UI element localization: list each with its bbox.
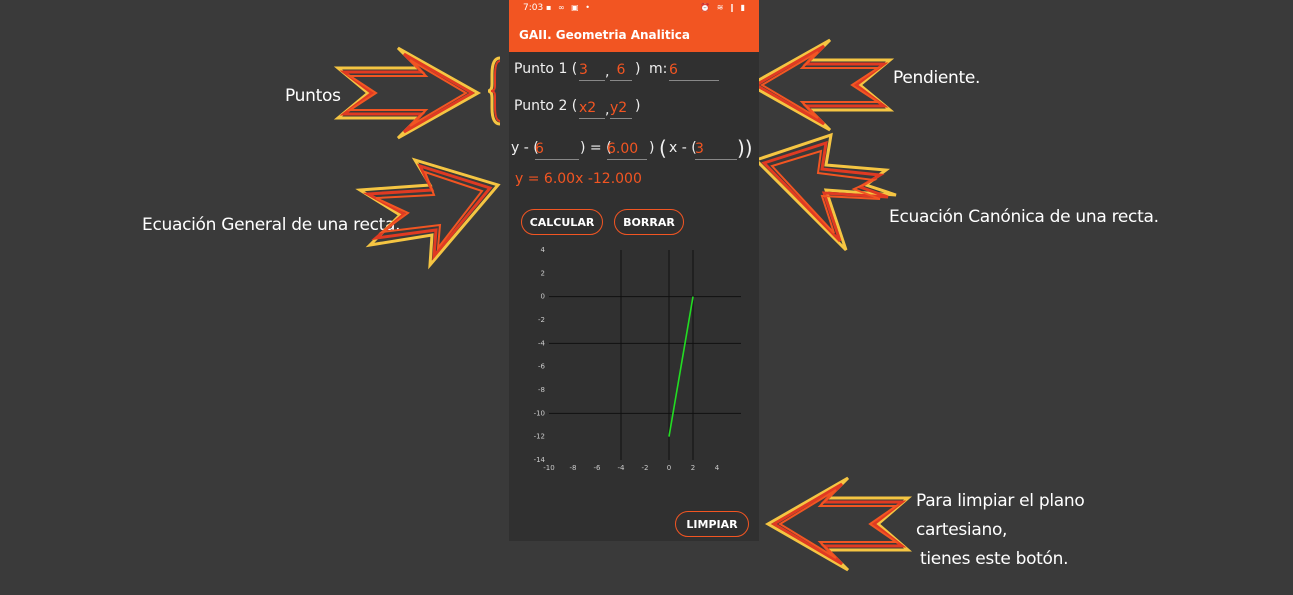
x-tick-label: -10 [543,464,554,472]
x-tick-label: -2 [642,464,649,472]
y-tick-label: -2 [538,316,545,324]
annotation-puntos: Puntos [285,86,341,106]
x-tick-label: 2 [691,464,695,472]
x-tick-label: -8 [570,464,577,472]
annotation-limpiar: Para limpiar el plano cartesiano, tienes… [916,487,1176,574]
y-tick-label: -12 [534,433,545,441]
point1-label: Punto 1 ( [514,61,578,77]
arrow-left-canonica-icon [753,132,897,252]
canonical-open2: ( [659,136,667,160]
series-line [668,296,694,437]
status-time: 7:03 [523,3,544,13]
canonical-x1-input[interactable]: 3 [695,139,737,160]
annotation-canonica: Ecuación Canónica de una recta. [889,207,1159,227]
canonical-m-input[interactable]: 6.00 [607,139,647,160]
canonical-close1: ) [649,140,655,156]
cartesian-plane[interactable]: 420-2-4-6-8-10-12-14-10 -8 -6 -4 -2 0 2 4 [509,242,759,477]
annotation-limpiar-line1: Para limpiar el plano cartesiano, [916,491,1085,540]
y-tick-label: 4 [541,246,546,254]
y-tick-label: 0 [541,293,545,301]
point2-close: ) [635,98,641,114]
canonical-close2: )) [737,136,753,160]
point1-x-input[interactable]: 3 [579,60,605,81]
limpiar-button[interactable]: LIMPIAR [675,511,749,537]
point2-label: Punto 2 ( [514,98,578,114]
x-tick-label: -4 [618,464,626,472]
y-tick-label: -10 [534,409,545,417]
general-equation-result: y = 6.00x -12.000 [515,171,642,187]
point2-y-input[interactable]: y2 [610,98,632,119]
x-tick-label: 4 [715,464,720,472]
y-tick-label: 2 [541,269,545,277]
canonical-y1-input[interactable]: 6 [535,139,579,160]
arrow-left-limpiar-icon [764,476,913,572]
point1-comma: , [605,64,610,80]
y-tick-label: -4 [538,339,546,347]
calcular-button[interactable]: CALCULAR [521,209,603,235]
system-icons: ⏰ ≋ ‖ ▮ [700,3,747,12]
annotation-limpiar-line2: tienes este botón. [920,549,1069,569]
arrow-right-puntos-icon [333,46,482,140]
x-tick-label: -6 [594,464,602,472]
y-tick-label: -14 [534,456,546,464]
point1-y-input[interactable]: 6 [610,60,632,81]
brace-icon [487,56,501,126]
arrow-right-general-icon [355,157,501,270]
annotation-pendiente: Pendiente. [893,68,981,88]
slope-label: m: [649,61,668,77]
app-bar: GAII. Geometria Analitica [509,18,759,52]
slope-input[interactable]: 6 [669,60,719,81]
notification-icons: ▪ ∞ ▣ • [546,3,592,12]
y-tick-label: -8 [538,386,545,394]
arrow-left-pendiente-icon [746,38,895,132]
phone-screen: 7:03 ▪ ∞ ▣ • ⏰ ≋ ‖ ▮ GAII. Geometria Ana… [509,0,759,541]
canonical-x-label: x - ( [669,140,697,156]
point2-comma: , [605,102,610,118]
x-tick-label: 0 [667,464,671,472]
point1-close: ) [635,61,641,77]
borrar-button[interactable]: BORRAR [614,209,684,235]
status-bar: 7:03 ▪ ∞ ▣ • ⏰ ≋ ‖ ▮ [509,0,759,18]
app-title: GAII. Geometria Analitica [519,28,690,42]
y-tick-label: -6 [538,363,546,371]
point2-x-input[interactable]: x2 [579,98,605,119]
